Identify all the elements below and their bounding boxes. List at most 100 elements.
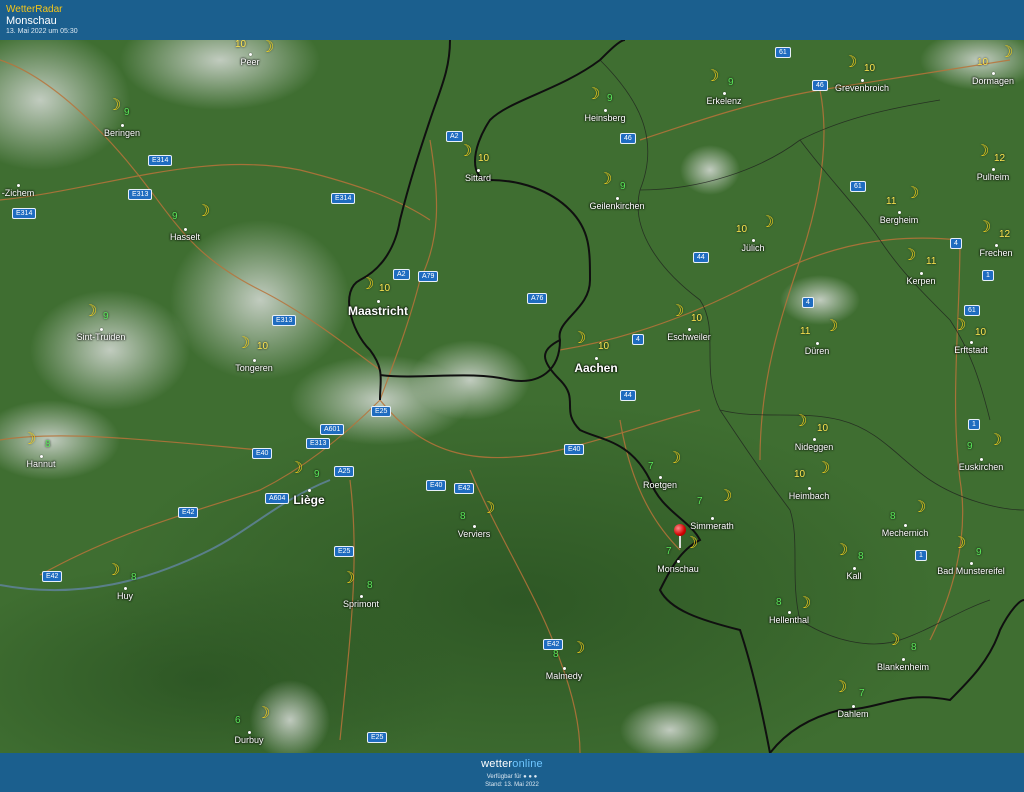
road-number-badge: 61 — [964, 305, 980, 316]
temperature-label: 10 — [817, 423, 829, 434]
city-label[interactable]: Huy — [117, 591, 133, 601]
city-label[interactable]: Frechen — [979, 248, 1012, 258]
city-label[interactable]: Dahlem — [837, 709, 868, 719]
timestamp: 13. Mai 2022 um 05:30 — [6, 28, 78, 35]
road-number-badge: E314 — [148, 155, 173, 166]
city-label[interactable]: Dormagen — [972, 76, 1014, 86]
city-label[interactable]: Peer — [240, 57, 259, 67]
temperature-label: 11 — [800, 326, 811, 337]
status-text: Stand: 13. Mai 2022 — [485, 782, 539, 788]
road-number-badge: E40 — [564, 444, 585, 455]
city-label[interactable]: Verviers — [458, 529, 491, 539]
city-label[interactable]: Hellenthal — [769, 615, 809, 625]
city-label[interactable]: Heimbach — [789, 491, 830, 501]
city-label[interactable]: Kall — [846, 571, 861, 581]
road-number-badge: A604 — [265, 493, 290, 504]
city-label[interactable]: Simmerath — [690, 521, 734, 531]
city-label[interactable]: Sprimont — [343, 599, 379, 609]
temperature-label: 9 — [728, 77, 734, 88]
temperature-label: 8 — [911, 642, 917, 653]
temperature-label: 9 — [314, 469, 320, 480]
city-dot — [995, 244, 998, 247]
city-dot — [249, 53, 252, 56]
city-dot — [473, 525, 476, 528]
city-label[interactable]: Düren — [805, 346, 830, 356]
city-dot — [723, 92, 726, 95]
city-label[interactable]: Hasselt — [170, 232, 200, 242]
temperature-label: 8 — [460, 511, 466, 522]
city-label[interactable]: Erkelenz — [706, 96, 741, 106]
road-number-badge: 46 — [620, 133, 636, 144]
city-label[interactable]: Maastricht — [348, 304, 408, 318]
road-number-badge: 1 — [982, 270, 994, 281]
moon-icon: ☽ — [705, 68, 720, 85]
city-label[interactable]: Euskirchen — [959, 462, 1004, 472]
city-label[interactable]: Mechernich — [882, 528, 929, 538]
temperature-label: 8 — [776, 597, 782, 608]
city-label[interactable]: Durbuy — [234, 735, 263, 745]
road-number-badge: E313 — [306, 438, 331, 449]
map-base — [0, 40, 1024, 753]
road-number-badge: A25 — [334, 466, 355, 477]
road-number-badge: 61 — [775, 47, 791, 58]
city-label[interactable]: Monschau — [657, 564, 699, 574]
city-dot — [816, 342, 819, 345]
city-label[interactable]: Bergheim — [880, 215, 919, 225]
temperature-label: 11 — [926, 256, 937, 267]
city-label[interactable]: Liège — [293, 493, 324, 507]
city-label[interactable]: Beringen — [104, 128, 140, 138]
city-label[interactable]: Nideggen — [795, 442, 834, 452]
city-label[interactable]: Aachen — [574, 361, 617, 375]
city-label[interactable]: Grevenbroich — [835, 83, 889, 93]
location-pin-icon[interactable] — [674, 524, 686, 536]
city-dot — [659, 476, 662, 479]
city-dot — [852, 705, 855, 708]
moon-icon: ☽ — [902, 247, 917, 264]
app-header: WetterRadar Monschau 13. Mai 2022 um 05:… — [0, 0, 1024, 40]
city-label[interactable]: Pulheim — [977, 172, 1010, 182]
city-label[interactable]: Bad Munstereifel — [937, 566, 1005, 576]
city-dot — [904, 524, 907, 527]
city-label[interactable]: Jülich — [741, 243, 764, 253]
road-number-badge: 44 — [693, 252, 709, 263]
weather-map[interactable]: Peer ☽ 10 Beringen ☽ 9 -Zichem Hasselt ☽ 9 Sint-Tr… — [0, 40, 1024, 753]
city-label[interactable]: Eschweiler — [667, 332, 711, 342]
road-number-badge: E314 — [12, 208, 37, 219]
city-label[interactable]: Kerpen — [906, 276, 935, 286]
temperature-label: 8 — [890, 511, 896, 522]
city-dot — [970, 341, 973, 344]
city-dot — [992, 168, 995, 171]
temperature-label: 10 — [379, 283, 391, 294]
city-label[interactable]: Tongeren — [235, 363, 273, 373]
temperature-label: 8 — [45, 439, 51, 450]
city-label[interactable]: Erftstadt — [954, 345, 988, 355]
temperature-label: 9 — [967, 441, 973, 452]
city-label[interactable]: Heinsberg — [584, 113, 625, 123]
moon-icon: ☽ — [22, 431, 37, 448]
moon-icon: ☽ — [760, 214, 775, 231]
city-dot — [604, 109, 607, 112]
wetteronline-logo[interactable]: wetteronline — [0, 758, 1024, 770]
city-label[interactable]: Sint-Truiden — [77, 332, 126, 342]
city-label[interactable]: Hannut — [26, 459, 55, 469]
road-number-badge: 46 — [812, 80, 828, 91]
temperature-label: 10 — [598, 341, 610, 352]
city-label[interactable]: -Zichem — [2, 188, 35, 198]
app-footer: wetteronline Verfügbar für ● ● ● Stand: … — [0, 753, 1024, 792]
temperature-label: 9 — [976, 547, 982, 558]
city-label[interactable]: Blankenheim — [877, 662, 929, 672]
city-dot — [920, 272, 923, 275]
city-label[interactable]: Geilenkirchen — [589, 201, 644, 211]
road-number-badge: A2 — [446, 131, 463, 142]
city-dot — [898, 211, 901, 214]
city-label[interactable]: Malmedy — [546, 671, 583, 681]
temperature-label: 10 — [977, 57, 989, 68]
road-number-badge: A76 — [527, 293, 548, 304]
moon-icon: ☽ — [572, 330, 587, 347]
temperature-label: 8 — [553, 649, 559, 660]
city-dot — [248, 731, 251, 734]
moon-icon: ☽ — [360, 276, 375, 293]
city-label[interactable]: Sittard — [465, 173, 491, 183]
temperature-label: 7 — [697, 496, 703, 507]
city-label[interactable]: Roetgen — [643, 480, 677, 490]
